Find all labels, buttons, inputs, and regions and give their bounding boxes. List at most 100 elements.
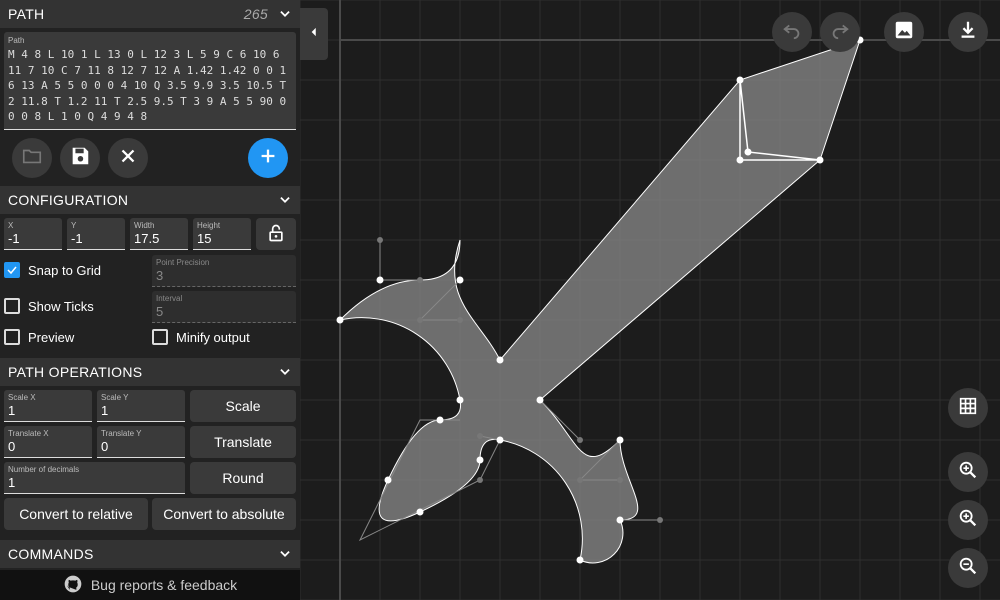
download-button[interactable] — [948, 12, 988, 52]
scale-x-field[interactable]: Scale X 1 — [4, 390, 92, 422]
grid-icon — [957, 395, 979, 422]
app: PATH 265 Path M 4 8 L 10 1 L 13 0 L 12 3… — [0, 0, 1000, 600]
configuration-section-header[interactable]: CONFIGURATION — [0, 186, 300, 214]
preview-toggle[interactable]: Preview — [4, 329, 74, 345]
y-field-value[interactable]: -1 — [71, 231, 83, 246]
translate-y-label: Translate Y — [101, 429, 142, 438]
zoom-in-icon — [957, 507, 979, 534]
minify-output-label: Minify output — [176, 329, 250, 345]
minify-output-checkbox[interactable] — [152, 329, 168, 345]
save-button[interactable] — [60, 138, 100, 178]
path-length-count: 265 — [243, 6, 268, 22]
sidebar: PATH 265 Path M 4 8 L 10 1 L 13 0 L 12 3… — [0, 0, 300, 600]
download-icon — [957, 19, 979, 46]
scale-x-value[interactable]: 1 — [8, 403, 15, 418]
snap-to-grid-toggle[interactable]: Snap to Grid — [4, 262, 101, 278]
lock-aspect-button[interactable] — [256, 218, 296, 250]
path-operations-section-header[interactable]: PATH OPERATIONS — [0, 358, 300, 386]
scale-y-field[interactable]: Scale Y 1 — [97, 390, 185, 422]
height-field[interactable]: Height 15 — [193, 218, 251, 250]
preview-label: Preview — [28, 329, 75, 345]
x-field-value[interactable]: -1 — [8, 231, 20, 246]
image-icon — [893, 19, 915, 46]
commands-section-header[interactable]: COMMANDS — [0, 540, 300, 568]
height-field-label: Height — [197, 221, 221, 230]
add-command-button[interactable] — [248, 138, 288, 178]
translate-y-value[interactable]: 0 — [101, 439, 108, 454]
translate-x-field[interactable]: Translate X 0 — [4, 426, 92, 458]
zoom-fit-button[interactable] — [948, 452, 988, 492]
path-shape[interactable] — [338, 39, 861, 564]
translate-button[interactable]: Translate — [190, 426, 296, 458]
lock-open-icon — [266, 223, 286, 246]
undo-icon — [781, 19, 803, 46]
y-field[interactable]: Y -1 — [67, 218, 125, 250]
decimals-field[interactable]: Number of decimals 1 — [4, 462, 185, 494]
open-file-button[interactable] — [12, 138, 52, 178]
snap-to-grid-label: Snap to Grid — [28, 262, 101, 278]
round-button[interactable]: Round — [190, 462, 296, 494]
scale-y-value[interactable]: 1 — [101, 403, 108, 418]
snap-to-grid-checkbox[interactable] — [4, 262, 20, 278]
interval-value[interactable]: 5 — [156, 304, 163, 319]
interval-label: Interval — [156, 294, 183, 303]
editor-canvas[interactable] — [300, 0, 1000, 600]
translate-y-field[interactable]: Translate Y 0 — [97, 426, 185, 458]
x-field-label: X — [8, 221, 14, 230]
chevron-down-icon[interactable] — [278, 365, 292, 379]
interval-field[interactable]: Interval 5 — [152, 291, 296, 323]
preview-checkbox[interactable] — [4, 329, 20, 345]
bug-report-text: Bug reports & feedback — [90, 577, 238, 593]
height-field-value[interactable]: 15 — [197, 231, 211, 246]
chevron-down-icon[interactable] — [278, 547, 292, 561]
point-precision-field[interactable]: Point Precision 3 — [152, 255, 296, 287]
width-field-value[interactable]: 17.5 — [134, 231, 159, 246]
commands-title: COMMANDS — [8, 546, 94, 562]
x-field[interactable]: X -1 — [4, 218, 62, 250]
toggle-grid-button[interactable] — [948, 388, 988, 428]
show-ticks-label: Show Ticks — [28, 298, 94, 314]
canvas-svg[interactable] — [300, 0, 1000, 600]
clear-path-button[interactable] — [108, 138, 148, 178]
show-ticks-toggle[interactable]: Show Ticks — [4, 298, 94, 314]
close-icon — [117, 145, 139, 172]
undo-button[interactable] — [772, 12, 812, 52]
width-field[interactable]: Width 17.5 — [130, 218, 188, 250]
chevron-down-icon[interactable] — [278, 193, 292, 207]
zoom-fit-icon — [957, 459, 979, 486]
point-precision-value[interactable]: 3 — [156, 268, 163, 283]
scale-button[interactable]: Scale — [190, 390, 296, 422]
path-input-value[interactable]: M 4 8 L 10 1 L 13 0 L 12 3 L 5 9 C 6 10 … — [8, 47, 292, 125]
decimals-label: Number of decimals — [8, 465, 80, 474]
bug-report-link[interactable]: Bug reports & feedback — [0, 570, 300, 600]
redo-button[interactable] — [820, 12, 860, 52]
path-section-header[interactable]: PATH 265 — [0, 0, 300, 28]
path-input[interactable]: Path M 4 8 L 10 1 L 13 0 L 12 3 L 5 9 C … — [4, 32, 296, 130]
path-input-label: Path — [8, 36, 25, 45]
translate-x-value[interactable]: 0 — [8, 439, 15, 454]
show-ticks-checkbox[interactable] — [4, 298, 20, 314]
collapse-sidebar-button[interactable] — [300, 8, 328, 60]
chevron-down-icon[interactable] — [278, 7, 292, 21]
plus-icon — [257, 145, 279, 172]
translate-x-label: Translate X — [8, 429, 49, 438]
minify-output-toggle[interactable]: Minify output — [152, 329, 250, 345]
chevron-left-icon — [307, 25, 321, 44]
zoom-in-button[interactable] — [948, 500, 988, 540]
github-icon — [63, 574, 91, 597]
folder-icon — [21, 145, 43, 172]
path-operations-title: PATH OPERATIONS — [8, 364, 143, 380]
convert-to-absolute-button[interactable]: Convert to absolute — [152, 498, 296, 530]
y-field-label: Y — [71, 221, 77, 230]
zoom-out-button[interactable] — [948, 548, 988, 588]
save-icon — [69, 145, 91, 172]
decimals-value[interactable]: 1 — [8, 475, 15, 490]
scale-x-label: Scale X — [8, 393, 36, 402]
width-field-label: Width — [134, 221, 155, 230]
configuration-title: CONFIGURATION — [8, 192, 129, 208]
zoom-out-icon — [957, 555, 979, 582]
point-precision-label: Point Precision — [156, 258, 210, 267]
scale-y-label: Scale Y — [101, 393, 129, 402]
convert-to-relative-button[interactable]: Convert to relative — [4, 498, 148, 530]
background-image-button[interactable] — [884, 12, 924, 52]
